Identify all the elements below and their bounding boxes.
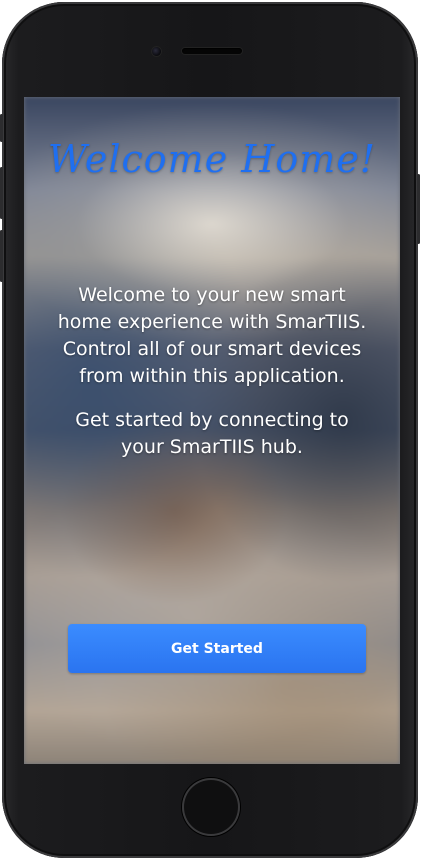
connect-hub-paragraph: Get started by connecting to your SmarTI… — [75, 409, 349, 458]
speaker-icon — [182, 48, 242, 54]
volume-up-button — [0, 167, 3, 219]
home-button-icon[interactable] — [182, 778, 240, 836]
power-button — [417, 174, 420, 244]
get-started-button[interactable]: Get Started — [68, 624, 366, 673]
app-screen: Welcome Home! Welcome to your new smart … — [24, 97, 400, 764]
intro-text: Welcome to your new smart home experienc… — [52, 282, 372, 478]
get-started-label: Get Started — [171, 640, 263, 657]
welcome-title: Welcome Home! — [47, 137, 377, 181]
volume-down-button — [0, 230, 3, 282]
intro-paragraph: Welcome to your new smart home experienc… — [57, 284, 367, 387]
camera-icon — [152, 47, 161, 56]
mute-switch — [0, 114, 3, 142]
phone-frame: Welcome Home! Welcome to your new smart … — [0, 2, 420, 858]
